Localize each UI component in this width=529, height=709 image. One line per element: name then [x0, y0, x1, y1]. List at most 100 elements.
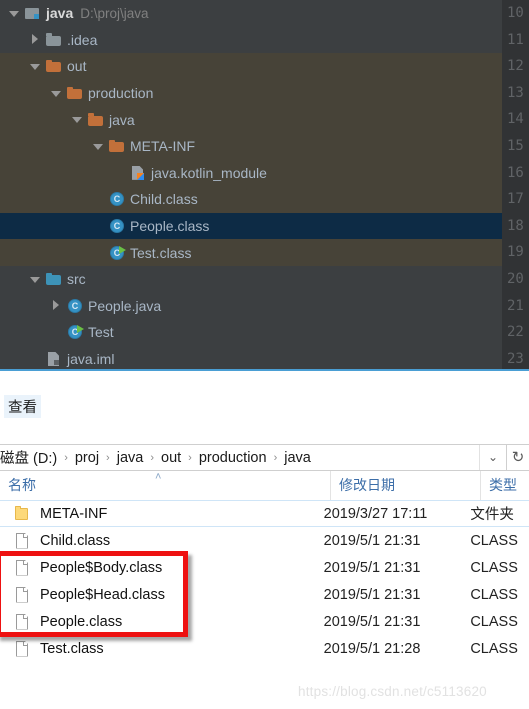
tree-node[interactable]: java D:\proj\java	[0, 0, 502, 27]
source-folder-icon	[46, 271, 62, 287]
line-number: 18	[507, 217, 524, 234]
collapse-arrow-icon[interactable]	[71, 113, 84, 126]
file-type: CLASS	[470, 532, 518, 549]
folder-icon	[14, 505, 30, 523]
tree-node-label: Child.class	[130, 191, 198, 208]
tree-node[interactable]: Child.class	[0, 186, 502, 213]
project-tree[interactable]: java D:\proj\java .idea out production java ME…	[0, 0, 502, 371]
line-number: 10	[507, 5, 524, 21]
tree-node[interactable]: META-INF	[0, 132, 502, 160]
tree-node[interactable]: java.kotlin_module	[0, 159, 502, 187]
collapse-arrow-icon[interactable]	[29, 273, 42, 286]
breadcrumb-item[interactable]: java	[113, 449, 148, 467]
breadcrumb[interactable]: 磁盘 (D:) › proj › java › out › production › java	[0, 446, 479, 469]
breadcrumb-item[interactable]: production	[195, 449, 271, 467]
folder-icon	[46, 58, 62, 74]
collapse-arrow-icon[interactable]	[8, 7, 21, 20]
document-file-icon	[14, 613, 30, 631]
file-list-row[interactable]: People$Head.class 2019/5/1 21:31 CLASS	[0, 581, 529, 608]
file-list-row[interactable]: Child.class 2019/5/1 21:31 CLASS	[0, 527, 529, 554]
file-name: Child.class	[40, 532, 111, 549]
file-name: Test.class	[40, 640, 104, 657]
file-name: People.class	[40, 613, 123, 630]
tree-node[interactable]: People.class	[0, 212, 502, 240]
line-number: 19	[507, 244, 524, 261]
breadcrumb-separator-icon: ›	[273, 451, 278, 464]
tree-node[interactable]: out	[0, 53, 502, 80]
module-icon	[25, 5, 41, 21]
tree-node[interactable]: java.iml	[0, 345, 502, 371]
file-list[interactable]: META-INF 2019/3/27 17:11 文件夹 Child.class 201…	[0, 500, 529, 662]
column-header-name[interactable]: 名称 ˄	[0, 471, 330, 500]
tree-node-label: java	[46, 5, 74, 22]
line-number: 22	[507, 324, 524, 341]
java-runnable-class-icon	[67, 324, 84, 340]
java-class-icon	[109, 218, 125, 234]
folder-icon	[67, 85, 83, 101]
file-list-row[interactable]: META-INF 2019/3/27 17:11 文件夹	[0, 500, 529, 527]
file-modified-date: 2019/5/1 21:31	[323, 613, 421, 630]
tree-node[interactable]: java	[0, 106, 502, 133]
run-badge-icon	[119, 245, 126, 254]
file-list-row[interactable]: Test.class 2019/5/1 21:28 CLASS	[0, 635, 529, 662]
tree-node-label: production	[88, 85, 154, 102]
file-name: People$Head.class	[40, 586, 165, 603]
tree-node-label: META-INF	[130, 138, 196, 155]
column-header-date[interactable]: 修改日期	[330, 471, 480, 500]
tree-node[interactable]: src	[0, 265, 502, 293]
tree-node[interactable]: production	[0, 79, 502, 107]
file-name: People$Body.class	[40, 559, 163, 576]
address-bar[interactable]: 磁盘 (D:) › proj › java › out › production › java ⌄ …	[0, 444, 529, 471]
file-list-column-headers: 名称 ˄ 修改日期 类型	[0, 471, 529, 501]
breadcrumb-separator-icon: ›	[150, 451, 154, 464]
tree-node-label: .idea	[67, 31, 98, 48]
tree-node-label: src	[67, 271, 86, 288]
chevron-down-icon[interactable]: ⌄	[479, 445, 506, 470]
file-type: 文件夹	[470, 507, 514, 523]
tree-node[interactable]: Test.class	[0, 239, 502, 266]
folder-icon	[88, 112, 104, 128]
line-number: 23	[507, 350, 524, 367]
tree-node-path: D:\proj\java	[80, 5, 149, 21]
line-number: 14	[507, 111, 524, 128]
tree-node[interactable]: People.java	[0, 292, 502, 320]
kotlin-module-file-icon	[130, 165, 146, 181]
tree-node-label: Test	[88, 324, 114, 341]
file-modified-date: 2019/3/27 17:11	[323, 505, 428, 522]
breadcrumb-item[interactable]: proj	[71, 449, 103, 467]
document-file-icon	[14, 640, 30, 658]
expand-arrow-icon[interactable]	[29, 33, 42, 46]
tree-node-label: out	[67, 58, 87, 75]
line-number: 21	[507, 297, 524, 314]
file-list-row[interactable]: People.class 2019/5/1 21:31 CLASS	[0, 608, 529, 635]
file-modified-date: 2019/5/1 21:31	[323, 559, 421, 576]
tree-node[interactable]: .idea	[0, 26, 502, 54]
breadcrumb-item[interactable]: java	[280, 449, 315, 467]
document-file-icon	[14, 559, 30, 577]
tree-node-label: People.class	[130, 218, 210, 235]
collapse-arrow-icon[interactable]	[29, 60, 42, 73]
tree-node[interactable]: Test	[0, 319, 502, 346]
run-badge-icon	[77, 325, 84, 334]
file-type: CLASS	[470, 559, 518, 576]
column-header-type[interactable]: 类型	[480, 471, 529, 500]
file-modified-date: 2019/5/1 21:28	[323, 640, 421, 657]
tree-node-label: java	[109, 111, 135, 128]
refresh-icon[interactable]: ↻	[506, 445, 529, 470]
breadcrumb-item[interactable]: out	[157, 449, 185, 467]
collapse-arrow-icon[interactable]	[50, 87, 63, 100]
document-file-icon	[14, 586, 30, 604]
java-runnable-class-icon	[109, 245, 126, 261]
line-number: 15	[507, 137, 524, 154]
file-list-row[interactable]: People$Body.class 2019/5/1 21:31 CLASS	[0, 554, 529, 581]
menu-item-view[interactable]: 查看	[4, 394, 41, 418]
collapse-arrow-icon[interactable]	[92, 140, 105, 153]
iml-file-icon	[46, 351, 62, 367]
breadcrumb-item[interactable]: 磁盘 (D:)	[0, 446, 61, 469]
expand-arrow-icon[interactable]	[50, 299, 63, 312]
tree-node-label: People.java	[88, 297, 162, 314]
